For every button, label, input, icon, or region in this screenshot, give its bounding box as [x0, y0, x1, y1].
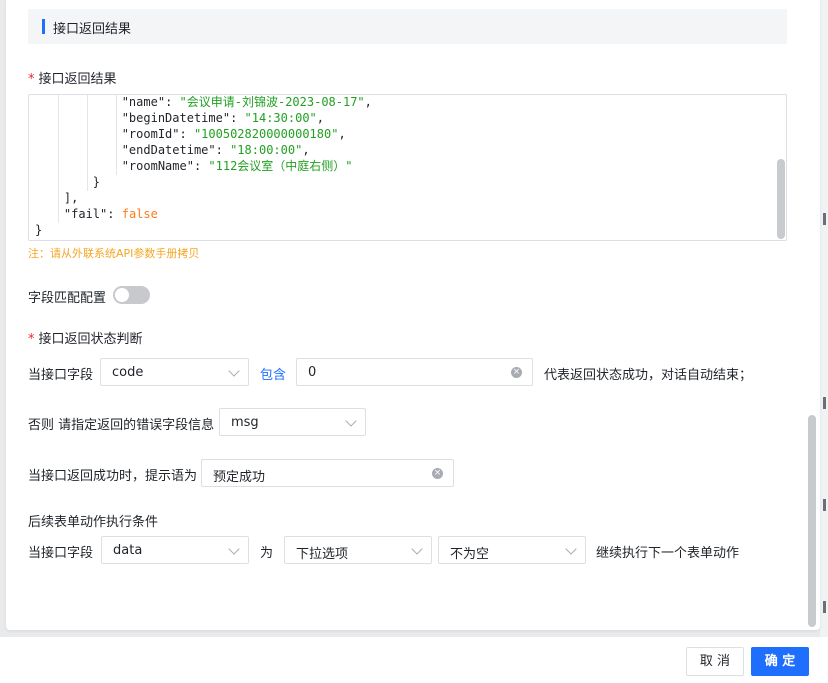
followup-condition-value: 不为空 [450, 547, 490, 562]
code-sep: : [165, 95, 180, 109]
error-field-value: msg [231, 415, 259, 430]
followup-suffix-label: 继续执行下一个表单动作 [596, 546, 740, 561]
code-line: "fail": false [35, 206, 158, 222]
chevron-down-icon [411, 543, 423, 555]
status-field-value: code [112, 365, 144, 380]
chevron-down-icon [228, 543, 240, 555]
code-key: "fail" [63, 207, 108, 221]
config-panel: 接口返回结果 * 接口返回结果 "name": "会议申请-刘锦波-2023-08… [6, 0, 820, 630]
code-sep: : [107, 207, 122, 221]
success-prompt-label: 当接口返回成功时，提示语为 [28, 469, 198, 484]
code-key: "name" [121, 95, 166, 109]
code-key: "roomId" [121, 127, 180, 141]
code-line: "roomId": "100502820000000180", [35, 126, 346, 142]
code-sep: : [193, 159, 209, 173]
confirm-button[interactable]: 确 定 [751, 647, 809, 676]
chevron-down-icon [565, 543, 577, 555]
status-judgment-label: * 接口返回状态判断 [28, 332, 143, 347]
edge-marker [823, 601, 826, 613]
code-key: "beginDatetime" [121, 111, 231, 125]
code-value: false [121, 207, 158, 221]
followup-prefix-label: 当接口字段 [28, 546, 94, 561]
code-tail: , [316, 111, 325, 125]
section-header: 接口返回结果 [28, 9, 787, 44]
code-tail: , [338, 127, 346, 141]
section-accent-bar [42, 19, 45, 34]
window-edge [820, 0, 828, 637]
code-line: } [35, 222, 42, 238]
code-sep: : [215, 143, 231, 157]
code-value: "会议申请-刘锦波-2023-08-17" [179, 95, 365, 109]
code-key: "roomName" [121, 159, 194, 173]
followup-option-value: 下拉选项 [296, 547, 349, 562]
edge-marker [823, 213, 826, 225]
code-tail: , [302, 143, 310, 157]
status-suffix-label: 代表返回状态成功，对话自动结束； [544, 368, 753, 383]
followup-condition-select[interactable]: 不为空 [438, 536, 586, 564]
code-line: "beginDatetime": "14:30:00", [35, 110, 324, 126]
response-field-label: * 接口返回结果 [28, 72, 117, 87]
panel-scrollbar[interactable] [808, 415, 816, 627]
edge-marker [823, 397, 826, 409]
code-key: } [35, 223, 43, 237]
code-value: "100502820000000180" [193, 127, 339, 141]
field-match-toggle[interactable] [113, 286, 150, 304]
response-code-editor[interactable]: "name": "会议申请-刘锦波-2023-08-17", "beginDat… [28, 94, 787, 241]
field-match-label: 字段匹配配置 [28, 291, 107, 306]
code-sep: : [179, 127, 194, 141]
error-field-select[interactable]: msg [219, 408, 366, 436]
success-prompt-text: 预定成功 [213, 470, 266, 485]
success-prompt-input[interactable]: 预定成功 × [201, 459, 454, 487]
code-scrollbar[interactable] [777, 159, 785, 239]
required-asterisk: * [28, 332, 35, 347]
code-sep: : [230, 111, 245, 125]
code-line: "roomName": "112会议室（中庭右侧）" [35, 158, 353, 174]
chevron-down-icon [345, 415, 357, 427]
status-value-text: 0 [308, 365, 317, 380]
code-value: "112会议室（中庭右侧）" [208, 159, 353, 173]
code-line: "endDatetime": "18:00:00", [35, 142, 310, 158]
status-prefix-label: 当接口字段 [28, 368, 94, 383]
code-tail: , [364, 95, 372, 109]
dialog-footer: 取 消 确 定 [0, 637, 828, 683]
code-key: } [92, 175, 101, 189]
toggle-knob [115, 288, 129, 302]
code-line: ], [35, 190, 78, 206]
code-value: "18:00:00" [230, 143, 303, 157]
code-line: } [35, 174, 100, 190]
followup-field-select[interactable]: data [101, 536, 249, 564]
code-key: ], [63, 191, 79, 205]
section-title: 接口返回结果 [53, 22, 132, 37]
error-field-label: 否则 请指定返回的错误字段信息 [28, 418, 215, 433]
operator-link[interactable]: 包含 [260, 364, 286, 383]
code-value: "14:30:00" [244, 111, 317, 125]
followup-mid-label: 为 [260, 546, 274, 561]
followup-field-value: data [113, 543, 143, 558]
edge-marker [823, 499, 826, 511]
clear-icon[interactable]: × [432, 468, 443, 479]
chevron-down-icon [228, 365, 240, 377]
followup-option-select[interactable]: 下拉选项 [284, 536, 432, 564]
api-note: 注：请从外联系统API参数手册拷贝 [28, 247, 200, 260]
followup-title: 后续表单动作执行条件 [28, 515, 159, 530]
required-asterisk: * [28, 72, 35, 87]
status-field-select[interactable]: code [100, 358, 249, 386]
cancel-button[interactable]: 取 消 [686, 647, 744, 676]
status-value-input[interactable]: 0 × [296, 358, 533, 386]
code-line: "name": "会议申请-刘锦波-2023-08-17", [35, 95, 372, 110]
code-key: "endDatetime" [121, 143, 216, 157]
clear-icon[interactable]: × [511, 367, 522, 378]
